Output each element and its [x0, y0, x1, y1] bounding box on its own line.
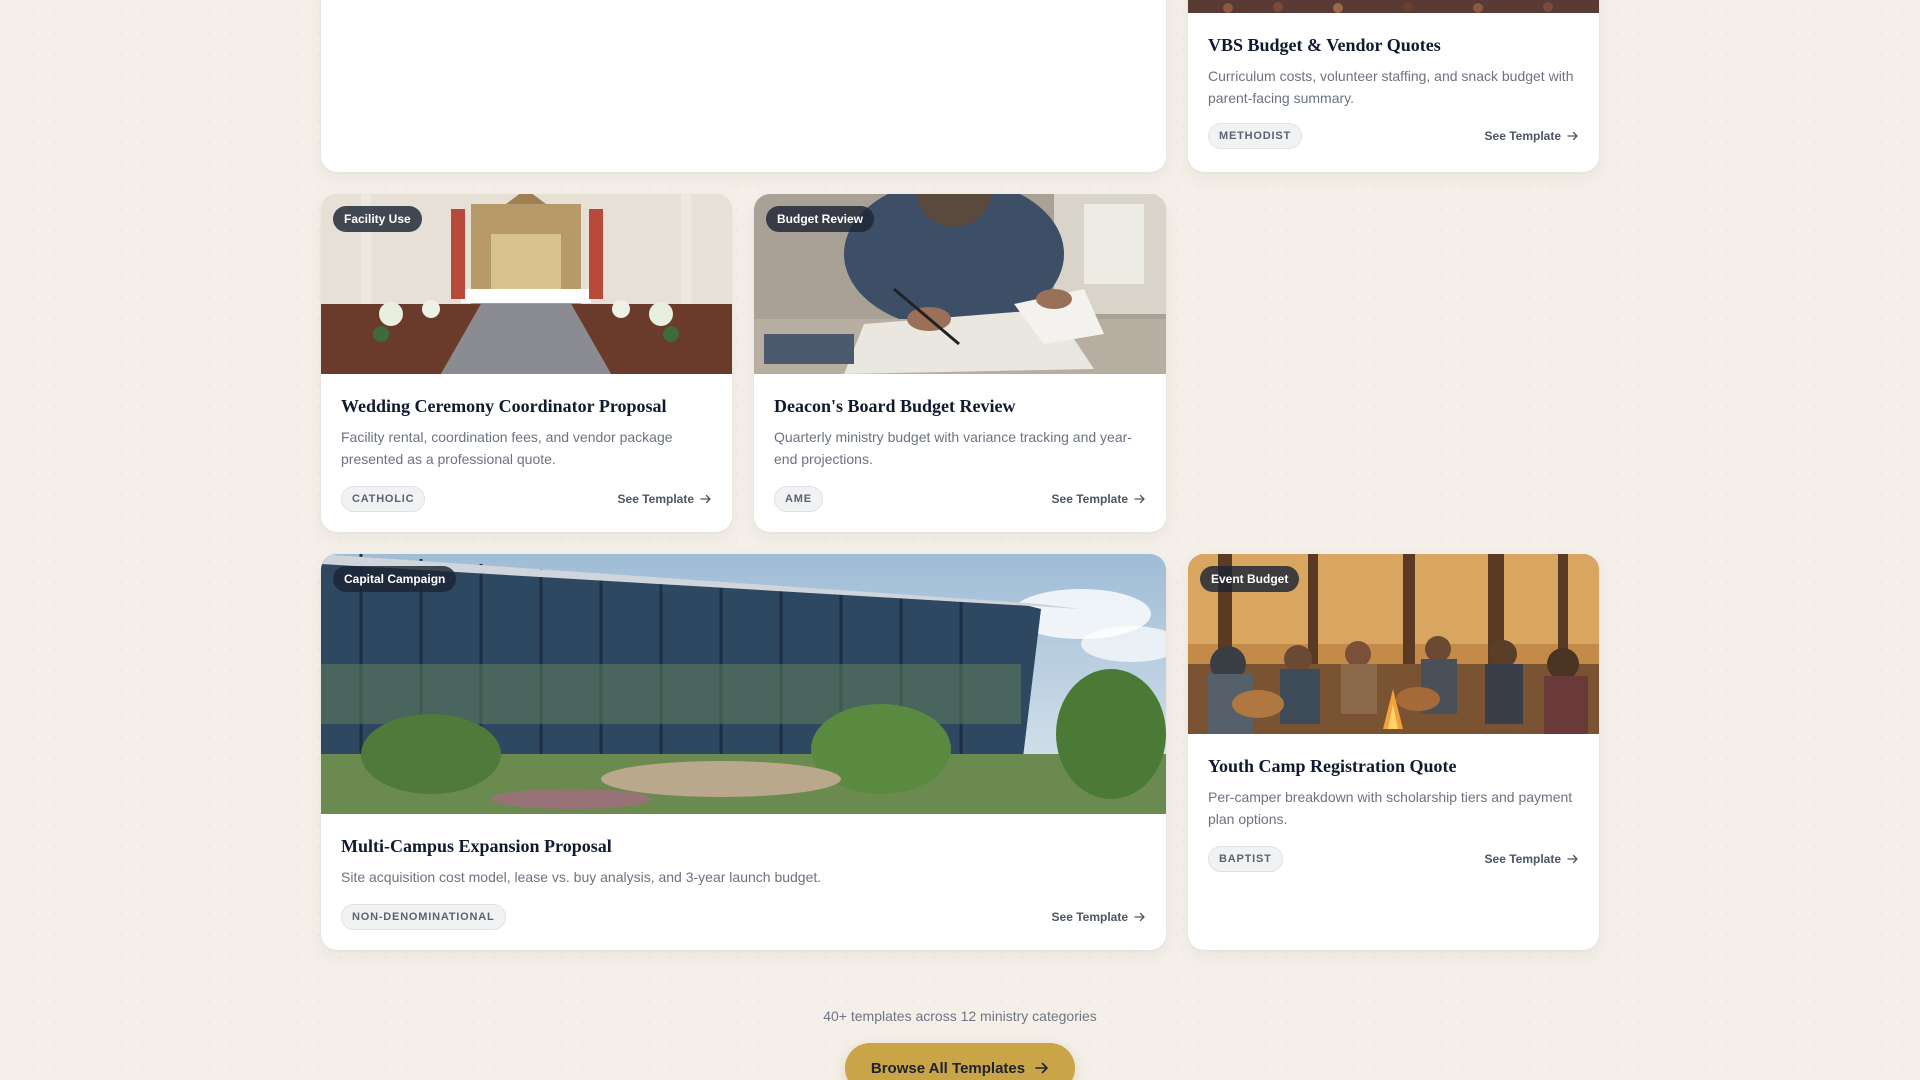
browse-all-templates-label: Browse All Templates — [870, 1059, 1026, 1077]
templates-count-note: 40+ templates across 12 ministry categor… — [823, 1008, 1097, 1024]
denomination-tag: AME — [774, 486, 823, 512]
card-description: Quarterly ministry budget with variance … — [774, 429, 1132, 467]
browse-all-templates-button[interactable]: Browse All Templates — [845, 1043, 1075, 1080]
see-template-label: See Template — [1051, 492, 1128, 506]
see-template-link[interactable]: See Template — [1052, 492, 1146, 506]
featured-card-partial[interactable] — [321, 0, 1166, 172]
denomination-tag: NON-DENOMINATIONAL — [341, 904, 506, 930]
category-badge: Facility Use — [333, 206, 422, 232]
card-description: Curriculum costs, volunteer staffing, an… — [1208, 68, 1574, 106]
arrow-right-icon — [700, 494, 711, 504]
see-template-link[interactable]: See Template — [1485, 852, 1579, 866]
card-image-deacon: Budget Review — [754, 194, 1166, 374]
see-template-link[interactable]: See Template — [1052, 910, 1146, 924]
card-image-vbs — [1188, 0, 1599, 13]
card-title: VBS Budget & Vendor Quotes — [1208, 35, 1441, 55]
card-image-youth: Event Budget — [1188, 554, 1599, 734]
see-template-label: See Template — [1051, 910, 1128, 924]
denomination-tag: CATHOLIC — [341, 486, 426, 512]
see-template-link[interactable]: See Template — [1485, 129, 1579, 143]
card-image-wedding: Facility Use — [321, 194, 732, 374]
template-card-wedding[interactable]: Facility Use Wedding Ceremony Coordinato… — [321, 194, 732, 532]
card-image-campus: Capital Campaign — [321, 554, 1166, 814]
arrow-right-icon — [1567, 131, 1578, 141]
template-card-deacon[interactable]: Budget Review Deacon's Board Budget Revi… — [754, 194, 1166, 532]
denomination-tag: METHODIST — [1208, 123, 1302, 149]
see-template-label: See Template — [1484, 852, 1561, 866]
category-badge: Event Budget — [1200, 566, 1300, 592]
arrow-right-icon — [1134, 494, 1145, 504]
card-title: Multi-Campus Expansion Proposal — [341, 836, 612, 856]
arrow-right-icon — [1567, 854, 1578, 864]
card-title: Youth Camp Registration Quote — [1208, 756, 1457, 776]
see-template-link[interactable]: See Template — [618, 492, 712, 506]
template-card-vbs[interactable]: VBS Budget & Vendor Quotes Curriculum co… — [1188, 0, 1599, 172]
denomination-tag: BAPTIST — [1208, 846, 1283, 872]
arrow-right-icon — [1035, 1062, 1048, 1074]
template-card-campus[interactable]: Capital Campaign Multi-Campus Expansion … — [321, 554, 1166, 950]
card-description: Facility rental, coordination fees, and … — [341, 429, 673, 467]
see-template-label: See Template — [1484, 129, 1561, 143]
category-badge: Capital Campaign — [333, 566, 457, 592]
category-badge: Budget Review — [766, 206, 875, 232]
template-card-youth[interactable]: Event Budget Youth Camp Registration Quo… — [1188, 554, 1599, 950]
card-description: Per-camper breakdown with scholarship ti… — [1208, 789, 1573, 827]
arrow-right-icon — [1134, 912, 1145, 922]
see-template-label: See Template — [617, 492, 694, 506]
card-title: Deacon's Board Budget Review — [774, 396, 1016, 416]
card-description: Site acquisition cost model, lease vs. b… — [341, 869, 822, 885]
card-title: Wedding Ceremony Coordinator Proposal — [341, 396, 667, 416]
